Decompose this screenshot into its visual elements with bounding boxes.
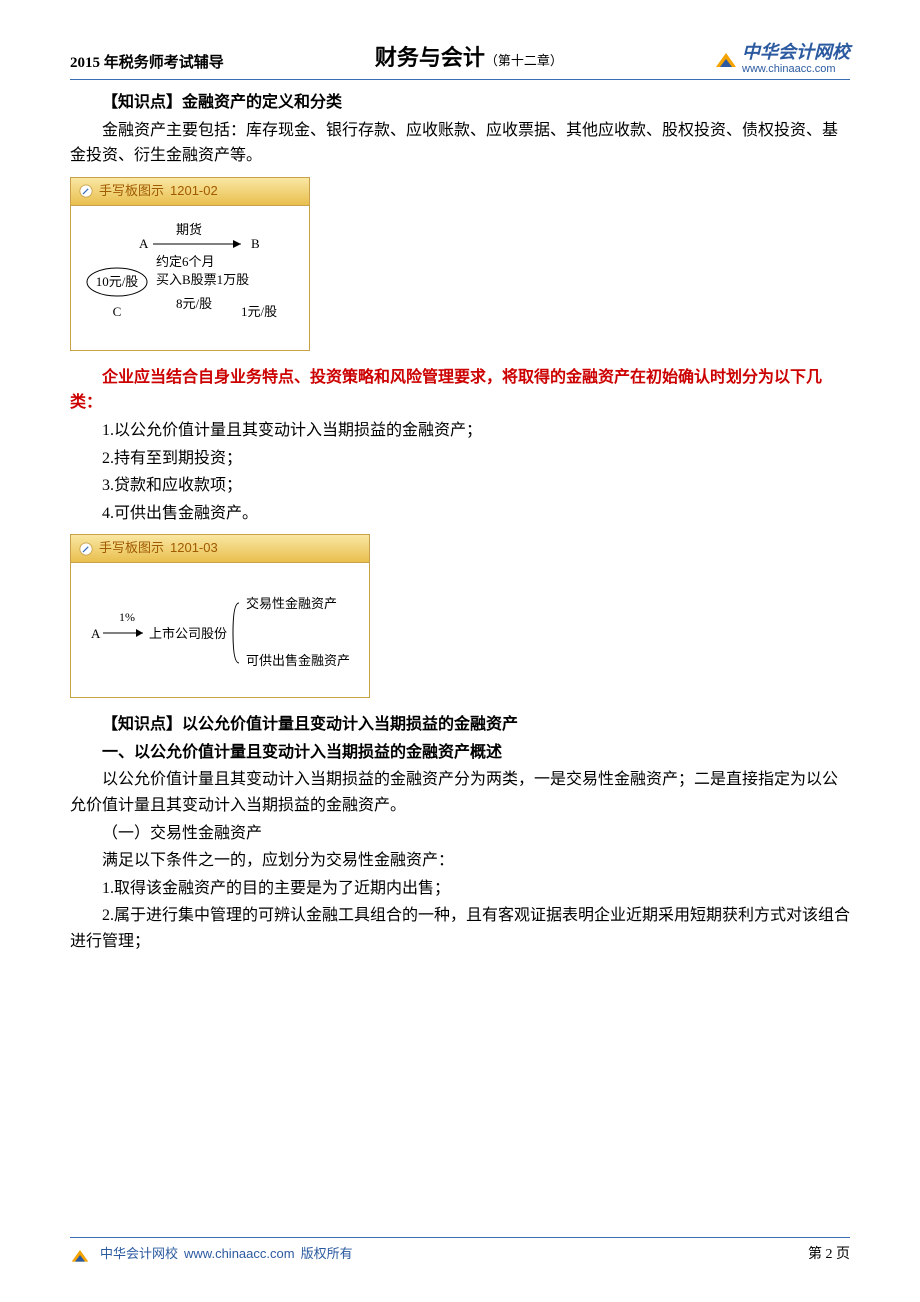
d2-opt1: 交易性金融资产 — [246, 596, 337, 611]
diagram-title: 手写板图示 1201-02 — [71, 178, 309, 206]
d1-futures: 期货 — [176, 222, 202, 237]
diagram-1201-03: 手写板图示 1201-03 A 1% 上市公司股份 交易性金融资产 可供出售金融… — [70, 534, 370, 698]
section2-p5: 2.属于进行集中管理的可辨认金融工具组合的一种，且有客观证据表明企业近期采用短期… — [70, 903, 850, 954]
footer-copyright: 版权所有 — [301, 1244, 353, 1265]
page-footer: 中华会计网校 www.chinaacc.com 版权所有 第 2 页 — [70, 1237, 850, 1266]
d2-opt2: 可供出售金融资产 — [246, 653, 350, 668]
logo-url-text: www.chinaacc.com — [742, 63, 850, 75]
page-header: 2015 年税务师考试辅导 财务与会计（第十二章） 中华会计网校 www.chi… — [70, 40, 850, 80]
diagram1-code: 1201-02 — [170, 181, 218, 202]
d1-C: C — [113, 304, 122, 319]
d1-line3: 买入B股票1万股 — [156, 272, 249, 287]
section2-title: 【知识点】以公允价值计量且变动计入当期损益的金融资产 — [70, 712, 850, 738]
diagram1-body: 期货 A B 约定6个月 买入B股票1万股 10元/股 C 8元/股 1元/股 — [71, 206, 309, 350]
pen-icon — [79, 542, 93, 556]
diagram2-label: 手写板图示 — [99, 538, 164, 559]
d1-line2: 约定6个月 — [156, 254, 215, 269]
d1-A: A — [139, 236, 149, 251]
list1-3: 3.贷款和应收款项； — [70, 473, 850, 499]
diagram1-label: 手写板图示 — [99, 181, 164, 202]
d1-B: B — [251, 236, 260, 251]
section2-subtitle: 一、以公允价值计量且变动计入当期损益的金融资产概述 — [70, 740, 850, 766]
header-title-text: 财务与会计 — [375, 45, 485, 70]
list1-1: 1.以公允价值计量且其变动计入当期损益的金融资产； — [70, 418, 850, 444]
footer-brand: 中华会计网校 — [100, 1244, 178, 1265]
page-number: 第 2 页 — [808, 1244, 850, 1266]
list1-2: 2.持有至到期投资； — [70, 446, 850, 472]
diagram2-body: A 1% 上市公司股份 交易性金融资产 可供出售金融资产 — [71, 563, 369, 697]
header-chapter: （第十二章） — [485, 53, 563, 68]
d1-p8: 8元/股 — [176, 296, 212, 311]
content: 【知识点】金融资产的定义和分类 金融资产主要包括：库存现金、银行存款、应收账款、… — [70, 90, 850, 954]
section2-p3: 满足以下条件之一的，应划分为交易性金融资产： — [70, 848, 850, 874]
section1-title: 【知识点】金融资产的定义和分类 — [70, 90, 850, 116]
d1-leftprice: 10元/股 — [96, 274, 139, 289]
list1-4: 4.可供出售金融资产。 — [70, 501, 850, 527]
footer-url: www.chinaacc.com — [184, 1244, 295, 1265]
section2-p4: 1.取得该金融资产的目的主要是为了近期内出售； — [70, 876, 850, 902]
d2-pct: 1% — [119, 610, 135, 624]
header-title: 财务与会计（第十二章） — [224, 40, 714, 75]
logo-cn-text: 中华会计网校 — [742, 43, 850, 63]
footer-logo-icon — [70, 1245, 90, 1265]
red-para: 企业应当结合自身业务特点、投资策略和风险管理要求，将取得的金融资产在初始确认时划… — [70, 365, 850, 416]
header-left: 2015 年税务师考试辅导 — [70, 51, 224, 75]
header-logo: 中华会计网校 www.chinaacc.com — [714, 43, 850, 75]
logo-icon — [714, 47, 738, 71]
section2-p1: 以公允价值计量且其变动计入当期损益的金融资产分为两类，一是交易性金融资产；二是直… — [70, 767, 850, 818]
pen-icon — [79, 184, 93, 198]
diagram2-title: 手写板图示 1201-03 — [71, 535, 369, 563]
d1-p1: 1元/股 — [241, 304, 277, 319]
d2-listed: 上市公司股份 — [149, 626, 227, 641]
section1-para: 金融资产主要包括：库存现金、银行存款、应收账款、应收票据、其他应收款、股权投资、… — [70, 118, 850, 169]
section2-p2: （一）交易性金融资产 — [70, 821, 850, 847]
diagram-1201-02: 手写板图示 1201-02 期货 A B 约定6个月 买入B股票1万股 10元/… — [70, 177, 310, 351]
footer-left: 中华会计网校 www.chinaacc.com 版权所有 — [70, 1244, 353, 1265]
d2-A: A — [91, 626, 101, 641]
diagram2-code: 1201-03 — [170, 538, 218, 559]
